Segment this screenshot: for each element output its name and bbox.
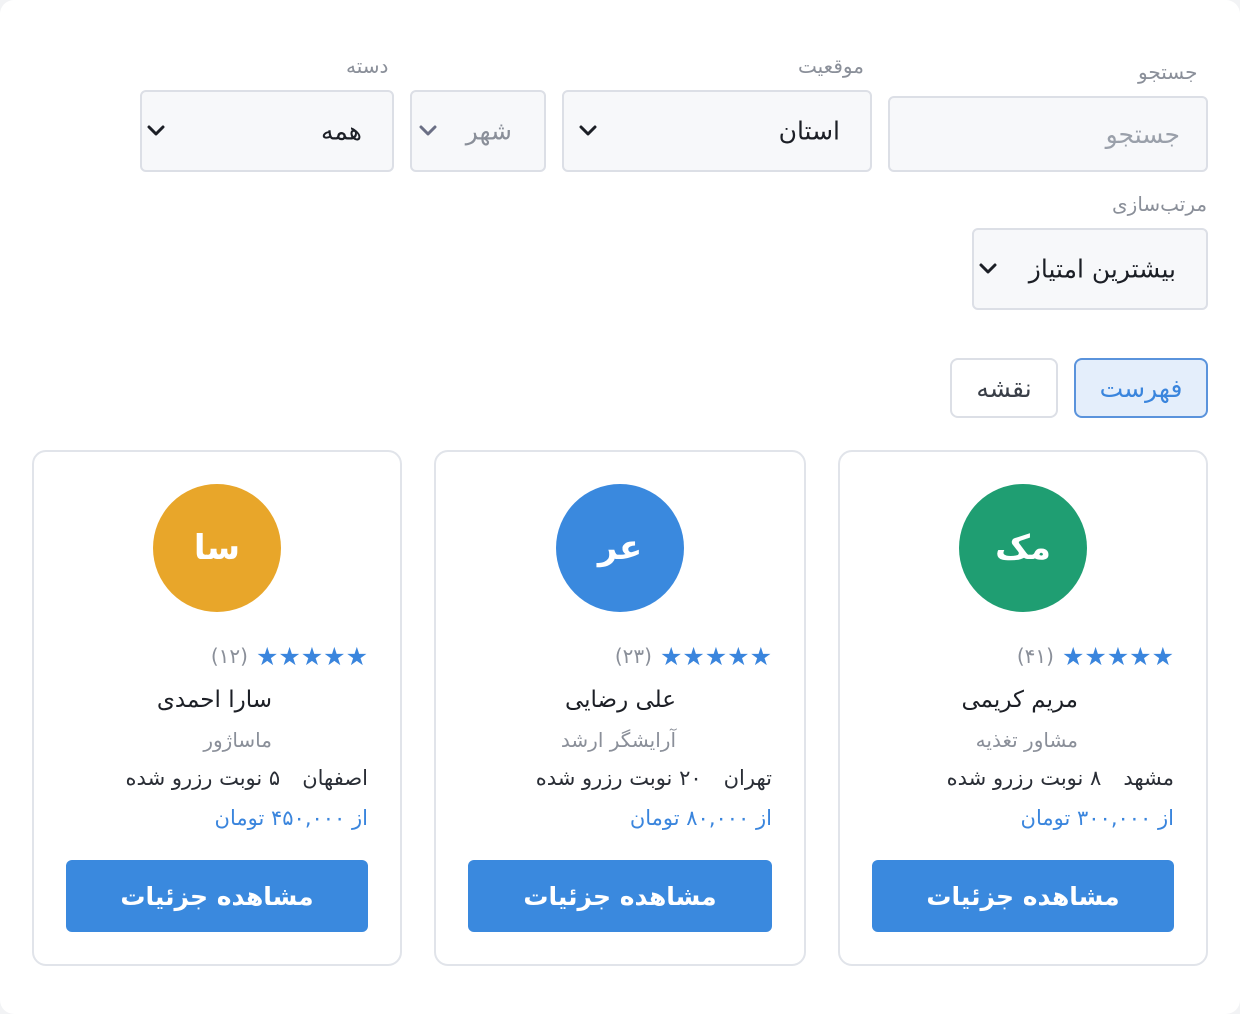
review-count: (۲۳) <box>614 644 652 668</box>
map-view-toggle[interactable]: نقشه <box>950 358 1058 418</box>
view-details-button[interactable]: مشاهده جزئیات <box>66 860 368 932</box>
star-icon: ★★★★★ <box>1061 641 1174 671</box>
provider-meta: اصفهان ۵ نوبت رزرو شده <box>126 766 368 790</box>
star-icon: ★★★★★ <box>659 641 772 671</box>
sort-value: بیشترین امتیاز <box>1028 254 1176 284</box>
city-value: شهر <box>465 116 512 146</box>
provider-card: سا ★★★★★ (۱۲) سارا احمدی ماساژور اصفهان … <box>32 450 402 966</box>
avatar: مک <box>959 484 1087 612</box>
provider-card: مک ★★★★★ (۴۱) مریم کریمی مشاور تغذیه مشه… <box>838 450 1208 966</box>
provider-city: اصفهان <box>302 766 368 790</box>
provider-search-page: جستجو موقعیت استان شهر دسته همه مرتب‌ساز… <box>0 0 1240 1014</box>
provider-meta: تهران ۲۰ نوبت رزرو شده <box>536 766 772 790</box>
chevron-down-icon <box>979 263 997 274</box>
provider-card: عر ★★★★★ (۲۳) علی رضایی آرایشگر ارشد تهر… <box>434 450 806 966</box>
provider-city: تهران <box>723 766 772 790</box>
provider-name: مریم کریمی <box>961 687 1078 713</box>
rating: ★★★★★ (۱۲) <box>211 640 368 672</box>
provider-bookings: ۸ نوبت رزرو شده <box>946 766 1102 790</box>
rating: ★★★★★ (۴۱) <box>1017 640 1174 672</box>
city-select[interactable]: شهر <box>410 90 546 172</box>
provider-bookings: ۲۰ نوبت رزرو شده <box>535 766 702 790</box>
province-select[interactable]: استان <box>562 90 872 172</box>
provider-title: مشاور تغذیه <box>975 728 1078 752</box>
review-count: (۱۲) <box>210 644 248 668</box>
provider-price: از ۴۵۰,۰۰۰ تومان <box>214 806 368 830</box>
avatar: سا <box>153 484 281 612</box>
location-label: موقعیت <box>798 54 864 78</box>
provider-title: آرایشگر ارشد <box>560 728 676 752</box>
sort-label: مرتب‌سازی <box>1112 192 1208 216</box>
provider-bookings: ۵ نوبت رزرو شده <box>125 766 281 790</box>
list-view-toggle[interactable]: فهرست <box>1074 358 1208 418</box>
search-field <box>888 96 1208 172</box>
provider-meta: مشهد ۸ نوبت رزرو شده <box>947 766 1174 790</box>
provider-city: مشهد <box>1123 766 1174 790</box>
province-value: استان <box>778 116 840 146</box>
category-select[interactable]: همه <box>140 90 394 172</box>
provider-title: ماساژور <box>203 728 272 752</box>
search-input[interactable] <box>890 98 1206 170</box>
chevron-down-icon <box>579 125 597 136</box>
avatar: عر <box>556 484 684 612</box>
search-label: جستجو <box>1138 60 1198 84</box>
provider-price: از ۸۰,۰۰۰ تومان <box>629 806 772 830</box>
view-details-button[interactable]: مشاهده جزئیات <box>468 860 772 932</box>
category-label: دسته <box>346 54 389 78</box>
rating: ★★★★★ (۲۳) <box>615 640 772 672</box>
category-value: همه <box>320 116 362 146</box>
review-count: (۴۱) <box>1016 644 1054 668</box>
sort-select[interactable]: بیشترین امتیاز <box>972 228 1208 310</box>
view-details-button[interactable]: مشاهده جزئیات <box>872 860 1174 932</box>
chevron-down-icon <box>147 125 165 136</box>
provider-price: از ۳۰۰,۰۰۰ تومان <box>1020 806 1174 830</box>
provider-name: سارا احمدی <box>156 687 272 713</box>
chevron-down-icon <box>419 125 437 136</box>
provider-name: علی رضایی <box>564 687 676 713</box>
star-icon: ★★★★★ <box>255 641 368 671</box>
